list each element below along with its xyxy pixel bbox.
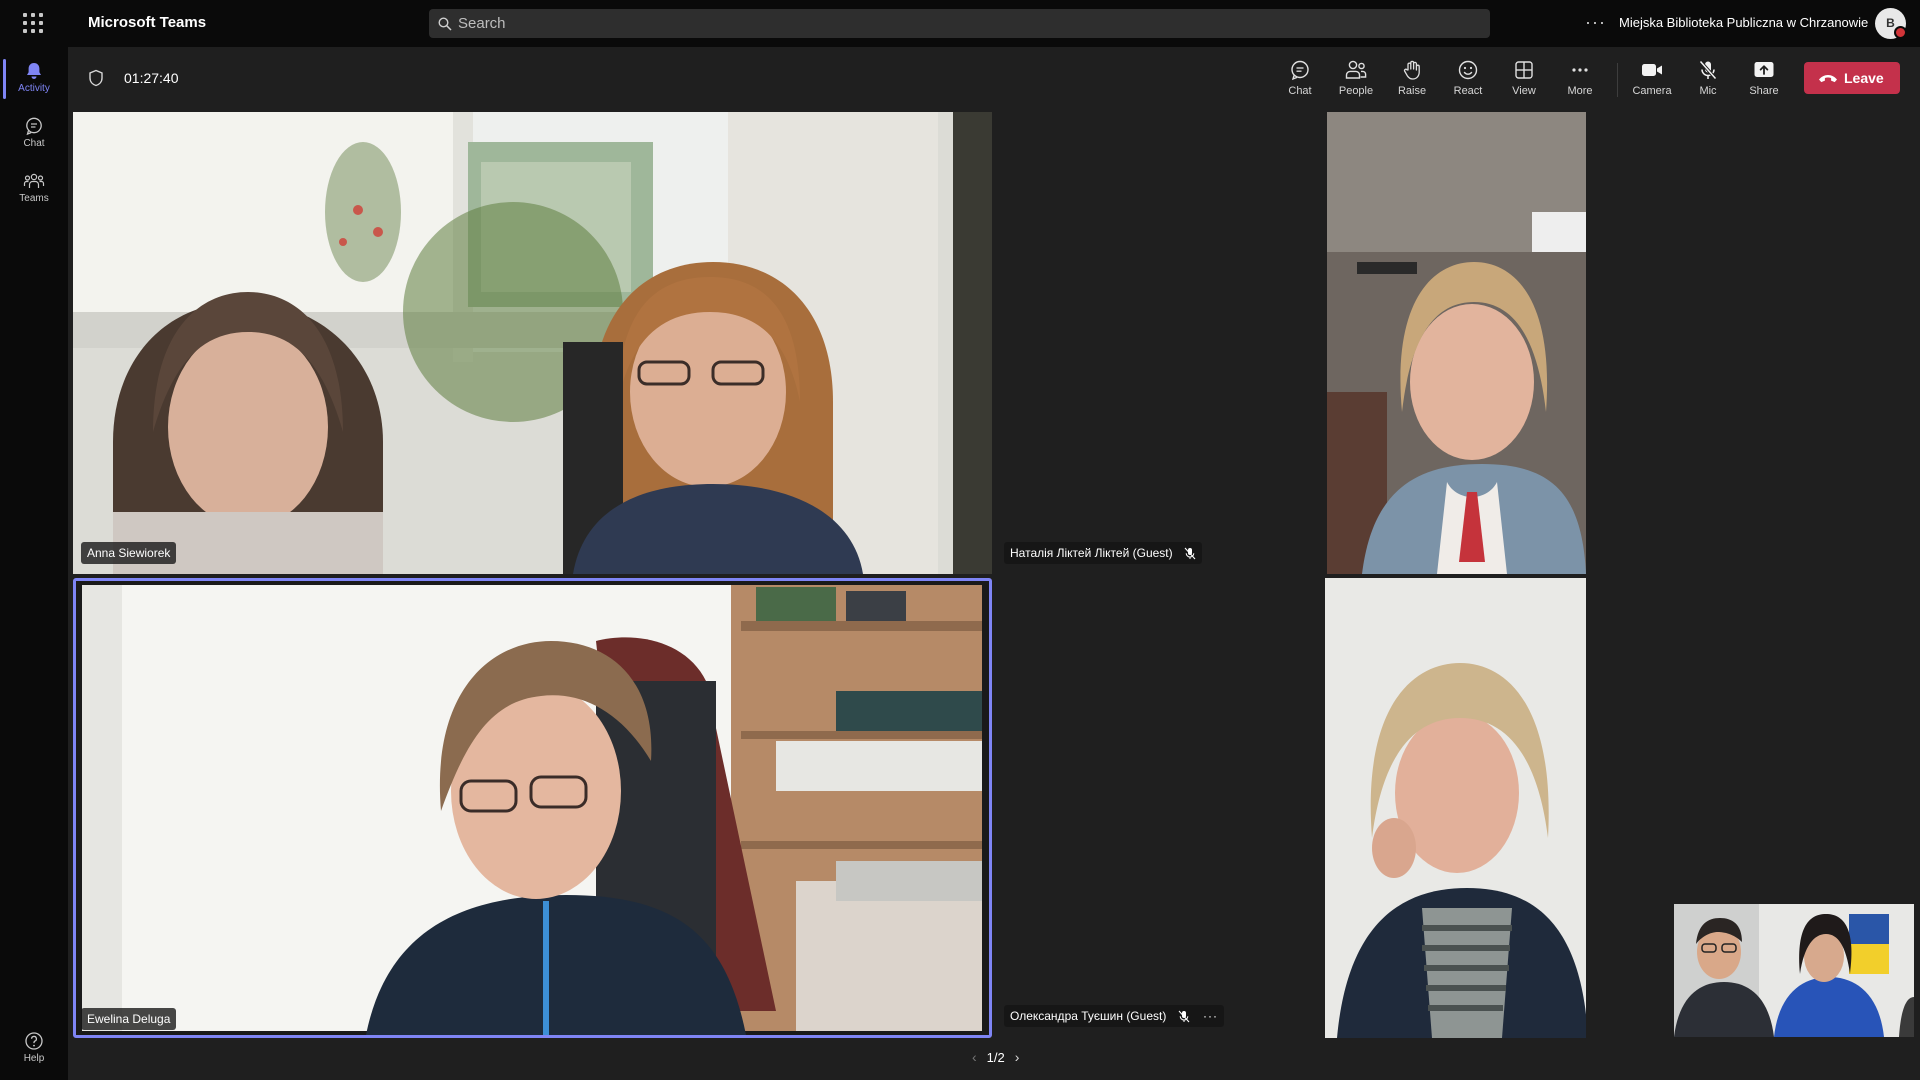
rail-item-teams[interactable]: Teams (0, 163, 68, 213)
share-button-label: Share (1749, 85, 1779, 97)
people-button-label: People (1338, 85, 1374, 97)
raise-hand-icon (1403, 60, 1420, 80)
raise-hand-button[interactable]: Raise (1388, 59, 1436, 97)
chat-icon (26, 117, 42, 136)
view-button-label: View (1512, 85, 1536, 97)
next-page-icon[interactable]: › (1015, 1049, 1020, 1065)
camera-icon (1642, 64, 1662, 76)
share-tray-icon (1754, 62, 1774, 77)
participant-video-feed (76, 581, 989, 1035)
share-button[interactable]: Share (1740, 59, 1788, 97)
participant-name-tag: Anna Siewiorek (81, 542, 177, 564)
participant-video-feed (73, 112, 992, 574)
participant-options-icon[interactable]: ··· (1203, 1009, 1218, 1023)
rail-item-label: Chat (23, 138, 45, 149)
participant-name: Anna Siewiorek (87, 546, 171, 560)
people-icon (1345, 60, 1367, 79)
help-label: Help (23, 1053, 45, 1064)
rail-item-activity[interactable]: Activity (0, 53, 68, 103)
call-control-bar: 01:27:40 Chat People Raise React View Mo… (68, 47, 1920, 111)
camera-button[interactable]: Camera (1628, 59, 1676, 97)
chat-button[interactable]: Chat (1276, 59, 1324, 97)
search-box[interactable] (429, 9, 1490, 38)
more-button-label: More (1567, 85, 1593, 97)
bell-icon (27, 63, 41, 79)
video-tile-anna-siewiorek[interactable]: Anna Siewiorek (73, 112, 992, 574)
rail-item-label: Teams (19, 193, 49, 204)
mic-button-label: Mic (1699, 85, 1717, 97)
participant-video-feed (1002, 578, 1586, 1038)
status-busy-icon (1894, 26, 1907, 39)
smile-icon (1458, 60, 1478, 80)
mic-button[interactable]: Mic (1684, 59, 1732, 97)
previous-page-icon[interactable]: ‹ (972, 1049, 977, 1065)
call-timer: 01:27:40 (124, 70, 179, 86)
video-tile-ewelina-deluga[interactable]: Ewelina Deluga (73, 578, 992, 1038)
rail-item-help[interactable]: Help (0, 1031, 68, 1064)
more-button[interactable]: More (1556, 59, 1604, 97)
help-icon (25, 1032, 43, 1050)
participant-video-feed (1002, 112, 1586, 574)
shield-icon[interactable] (88, 69, 104, 87)
search-input[interactable] (458, 9, 1458, 38)
toolbar-divider (1617, 63, 1618, 97)
react-button-label: React (1453, 85, 1483, 97)
grid-view-icon (1515, 61, 1533, 79)
leave-button[interactable]: Leave (1804, 62, 1900, 94)
rail-item-chat[interactable]: Chat (0, 108, 68, 158)
raise-hand-label: Raise (1397, 85, 1427, 97)
more-dots-icon (1572, 68, 1588, 72)
participant-name: Ewelina Deluga (87, 1012, 171, 1026)
video-tile-oleksandra-guest[interactable]: Олександра Туєшин (Guest) ··· (1002, 578, 1586, 1038)
avatar-initial: B (1886, 16, 1895, 30)
app-rail: Activity Chat Teams (0, 47, 68, 1080)
chat-button-label: Chat (1288, 85, 1312, 97)
react-button[interactable]: React (1444, 59, 1492, 97)
camera-button-label: Camera (1632, 85, 1672, 97)
gallery-pagination: ‹ 1/2 › (962, 1049, 1029, 1065)
self-view-video-feed (1674, 904, 1914, 1037)
mic-off-icon (1184, 547, 1196, 560)
teams-icon (23, 173, 45, 188)
title-bar: Microsoft Teams ··· Miejska Biblioteka P… (0, 0, 1920, 47)
leave-button-label: Leave (1844, 70, 1884, 86)
self-view-video[interactable] (1674, 904, 1914, 1037)
organization-name: Miejska Biblioteka Publiczna w Chrzanowi… (1619, 15, 1869, 30)
mic-off-icon (1699, 60, 1717, 80)
hang-up-icon (1819, 75, 1837, 83)
page-indicator: 1/2 (986, 1050, 1005, 1065)
settings-more-icon[interactable]: ··· (1585, 12, 1606, 33)
avatar[interactable]: B (1875, 8, 1907, 39)
app-title: Microsoft Teams (88, 14, 207, 31)
people-button[interactable]: People (1332, 59, 1380, 97)
participant-name-tag: Ewelina Deluga (81, 1008, 177, 1030)
view-button[interactable]: View (1500, 59, 1548, 97)
chat-bubble-icon (1291, 60, 1309, 81)
rail-item-label: Activity (18, 83, 50, 94)
video-tile-natalia-guest[interactable]: Наталія Ліктей Ліктей (Guest) (1002, 112, 1586, 574)
participant-name-tag: Наталія Ліктей Ліктей (Guest) (1004, 542, 1202, 564)
participant-name-tag: Олександра Туєшин (Guest) ··· (1004, 1005, 1225, 1027)
mic-off-icon (1178, 1010, 1190, 1023)
participant-name: Олександра Туєшин (Guest) (1010, 1009, 1167, 1023)
app-launcher-icon[interactable] (23, 13, 43, 33)
participant-name: Наталія Ліктей Ліктей (Guest) (1010, 546, 1173, 560)
search-icon (438, 17, 452, 31)
